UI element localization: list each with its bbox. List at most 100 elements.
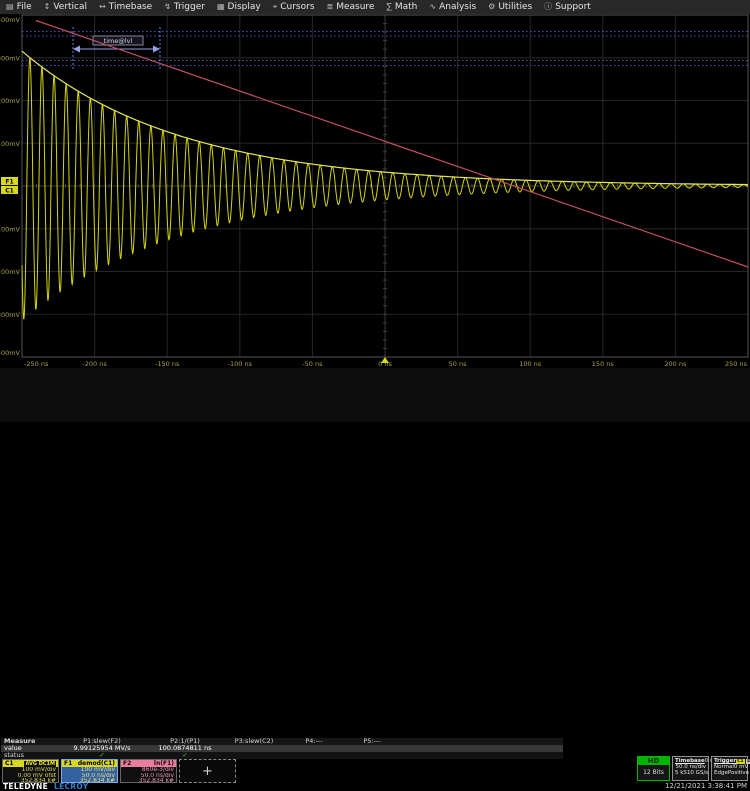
menu-label: Math — [395, 0, 418, 14]
f2-sweep-count: 352.834 k# — [121, 778, 176, 784]
y-axis-label: 300mV — [0, 54, 21, 62]
measure-table: MeasureP1:slew(F2)P2:1/(P1)P3:slew(C2)P4… — [1, 738, 563, 759]
y-axis-label: 400mV — [0, 16, 21, 24]
f1-label: F1 — [64, 760, 72, 767]
x-axis-label: 100 ns — [519, 360, 542, 368]
timebase-box[interactable]: Timebase 0 ns 50.0 ns/div 5 kS 10 GS/s — [672, 756, 709, 781]
plus-icon: + — [202, 764, 213, 779]
measure-row-label: status — [1, 752, 57, 759]
menu-timebase[interactable]: ↔Timebase — [93, 0, 158, 14]
f2-label: F2 — [123, 760, 131, 767]
brand-lecroy: LECROY — [54, 782, 89, 791]
menu-label: Support — [555, 0, 591, 14]
menu-label: Measure — [336, 0, 374, 14]
menu-label: Analysis — [439, 0, 476, 14]
menu-label: Timebase — [109, 0, 152, 14]
measure-row-label: value — [1, 745, 57, 752]
timebase-icon: ↔ — [99, 0, 106, 14]
vertical-icon: ↕ — [44, 0, 51, 14]
c1-coupling-badge: AVG DC1M — [24, 761, 56, 767]
utilities-icon: ⚙ — [488, 0, 495, 14]
measure-param-5[interactable]: P5:--- — [343, 738, 401, 745]
x-axis-label: 150 ns — [592, 360, 615, 368]
cursors-icon: ⌖ — [273, 0, 278, 14]
menu-label: Utilities — [498, 0, 532, 14]
add-trace-button[interactable]: + — [179, 759, 236, 783]
menu-trigger[interactable]: ↯Trigger — [158, 0, 211, 14]
menu-file[interactable]: ▤File — [0, 0, 38, 14]
file-icon: ▤ — [6, 0, 14, 14]
trigger-type: Edge — [714, 770, 728, 776]
x-axis-label: -50 ns — [302, 360, 323, 368]
measure-value-2: 100.0874811 ns — [147, 745, 223, 752]
menu-math[interactable]: ∑ Math — [380, 0, 423, 14]
x-axis-label: 250 ns — [725, 360, 748, 368]
y-axis-label: 200mV — [0, 97, 21, 105]
y-axis-label: 100mV — [0, 140, 21, 148]
measure-param-4[interactable]: P4:--- — [285, 738, 343, 745]
c1-label: C1 — [5, 760, 14, 767]
brand-logo: TELEDYNE LECROY — [3, 782, 89, 791]
measure-value-1: 9.99125954 MV/s — [57, 745, 147, 752]
x-axis-label: 50 ns — [449, 360, 467, 368]
menu-label: Vertical — [53, 0, 87, 14]
trigger-slope: Positive — [728, 770, 749, 776]
support-icon: ⓘ — [544, 0, 552, 14]
y-axis-label: -200mV — [0, 268, 21, 276]
brand-teledyne: TELEDYNE — [3, 782, 48, 791]
descriptor-f1-selected[interactable]: F1 demod(C1) 100 mV/div 50.0 ns/div 352.… — [61, 759, 118, 783]
trigger-icon: ↯ — [164, 0, 171, 14]
analysis-icon: ∿ — [429, 0, 436, 14]
y-axis-label: -100mV — [0, 225, 21, 233]
measure-status-2: ✓ — [147, 752, 223, 759]
measure-status-1: ✓ — [57, 752, 147, 759]
annotation-label: time@lvl — [104, 37, 133, 45]
measure-row-value: value9.99125954 MV/s100.0874811 ns — [1, 745, 563, 752]
menu-cursors[interactable]: ⌖Cursors — [267, 0, 321, 14]
hd-label: HD — [638, 757, 669, 765]
f2-function: ln(F1) — [154, 760, 174, 767]
x-axis-label: -250 ns — [24, 360, 49, 368]
descriptor-c1[interactable]: C1 AVG DC1M 100 mV/div 0.00 mV ofst 352.… — [2, 759, 59, 783]
datetime-display: 12/21/2021 3:38:41 PM — [665, 782, 747, 790]
menu-label: Trigger — [174, 0, 205, 14]
x-axis-label: -100 ns — [228, 360, 253, 368]
hd-bits: 12 Bits — [638, 765, 669, 780]
x-axis-label: -150 ns — [155, 360, 180, 368]
measure-param-1[interactable]: P1:slew(F2) — [57, 738, 147, 745]
timebase-samplerate: 10 GS/s — [687, 770, 708, 776]
f1-function: demod(C1) — [78, 760, 115, 767]
menu-vertical[interactable]: ↕Vertical — [38, 0, 93, 14]
measure-row-measure: MeasureP1:slew(F2)P2:1/(P1)P3:slew(C2)P4… — [1, 738, 563, 745]
measure-param-3[interactable]: P3:slew(C2) — [223, 738, 285, 745]
hd-mode-indicator: HD 12 Bits — [637, 756, 670, 781]
menu-bar: ▤File↕Vertical↔Timebase↯Trigger▦Display⌖… — [0, 0, 750, 15]
menu-label: Cursors — [280, 0, 314, 14]
waveform-plot[interactable]: time@lvl 400mV 300mV 200mV 100mV -100mV -200mV… — [0, 14, 750, 370]
bottom-dashboard: MeasureP1:slew(F2)P2:1/(P1)P3:slew(C2)P4… — [0, 368, 750, 422]
timebase-samples: 5 kS — [675, 770, 687, 776]
menu-utilities[interactable]: ⚙Utilities — [482, 0, 538, 14]
menu-label: Display — [228, 0, 261, 14]
measure-icon: ≣ — [327, 0, 334, 14]
measure-row-status: status✓✓ — [1, 752, 563, 759]
menu-display[interactable]: ▦Display — [211, 0, 267, 14]
display-icon: ▦ — [217, 0, 225, 14]
menu-support[interactable]: ⓘSupport — [538, 0, 597, 14]
arrow-head-right-icon — [153, 46, 160, 53]
menu-analysis[interactable]: ∿Analysis — [423, 0, 482, 14]
menu-label: File — [17, 0, 32, 14]
menu-measure[interactable]: ≣Measure — [321, 0, 381, 14]
trigger-box[interactable]: Trigger C1 DC Normal 0 mV Edge Positive — [711, 756, 748, 781]
x-axis-label: -200 ns — [82, 360, 107, 368]
math-icon: ∑ — [386, 0, 391, 14]
measure-param-2[interactable]: P2:1/(P1) — [147, 738, 223, 745]
trace-descriptor-row: C1 AVG DC1M 100 mV/div 0.00 mV ofst 352.… — [2, 759, 236, 783]
y-axis-label: -400mV — [0, 349, 21, 357]
x-axis-label: 200 ns — [664, 360, 687, 368]
measure-row-label: Measure — [1, 738, 57, 745]
descriptor-f2[interactable]: F2 ln(F1) 860e-3/div 50.0 ns/div 352.834… — [120, 759, 177, 783]
trace-zero-marker-label: C1 — [5, 188, 14, 195]
y-axis-label: -300mV — [0, 311, 21, 319]
arrow-head-left-icon — [73, 46, 80, 53]
